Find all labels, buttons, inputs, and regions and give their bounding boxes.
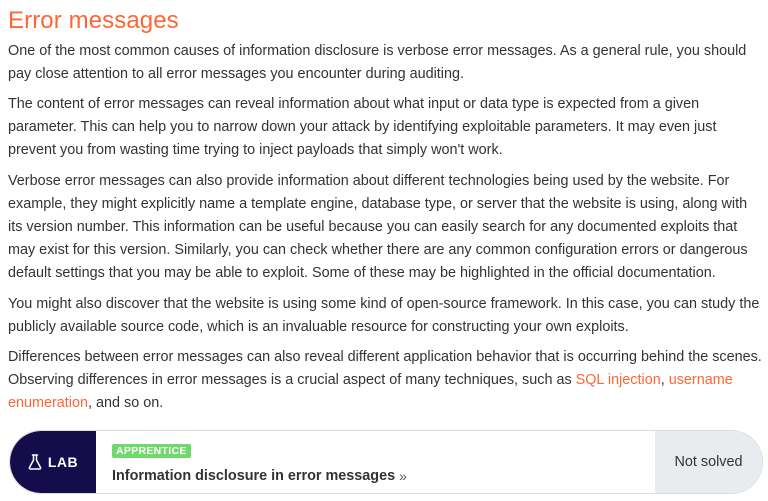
article-content: Error messages One of the most common ca… [8, 0, 762, 415]
paragraph-input-types: The content of error messages can reveal… [8, 96, 717, 158]
sql-injection-link[interactable]: SQL injection [576, 372, 661, 388]
paragraph-text-end: , and so on. [88, 395, 164, 411]
lab-info: APPRENTICE Information disclosure in err… [96, 431, 655, 493]
paragraph-open-source: You might also discover that the website… [8, 296, 760, 335]
paragraph-separator: , [660, 372, 669, 388]
paragraph-intro: One of the most common causes of informa… [8, 43, 747, 82]
lab-title: Information disclosure in error messages [112, 468, 396, 484]
page-title: Error messages [8, 7, 179, 34]
double-chevron-right-icon: » [399, 468, 407, 484]
lab-badge: LAB [10, 431, 96, 493]
paragraph-technologies: Verbose error messages can also provide … [8, 173, 748, 281]
lab-badge-label: LAB [47, 454, 79, 470]
paragraph-behavior-differences: Differences between error messages can a… [8, 346, 762, 415]
level-badge: APPRENTICE [112, 444, 191, 458]
lab-title-link[interactable]: Information disclosure in error messages… [112, 467, 407, 485]
lab-card[interactable]: LAB APPRENTICE Information disclosure in… [9, 430, 763, 494]
flask-icon [28, 454, 42, 470]
lab-status: Not solved [655, 431, 762, 493]
